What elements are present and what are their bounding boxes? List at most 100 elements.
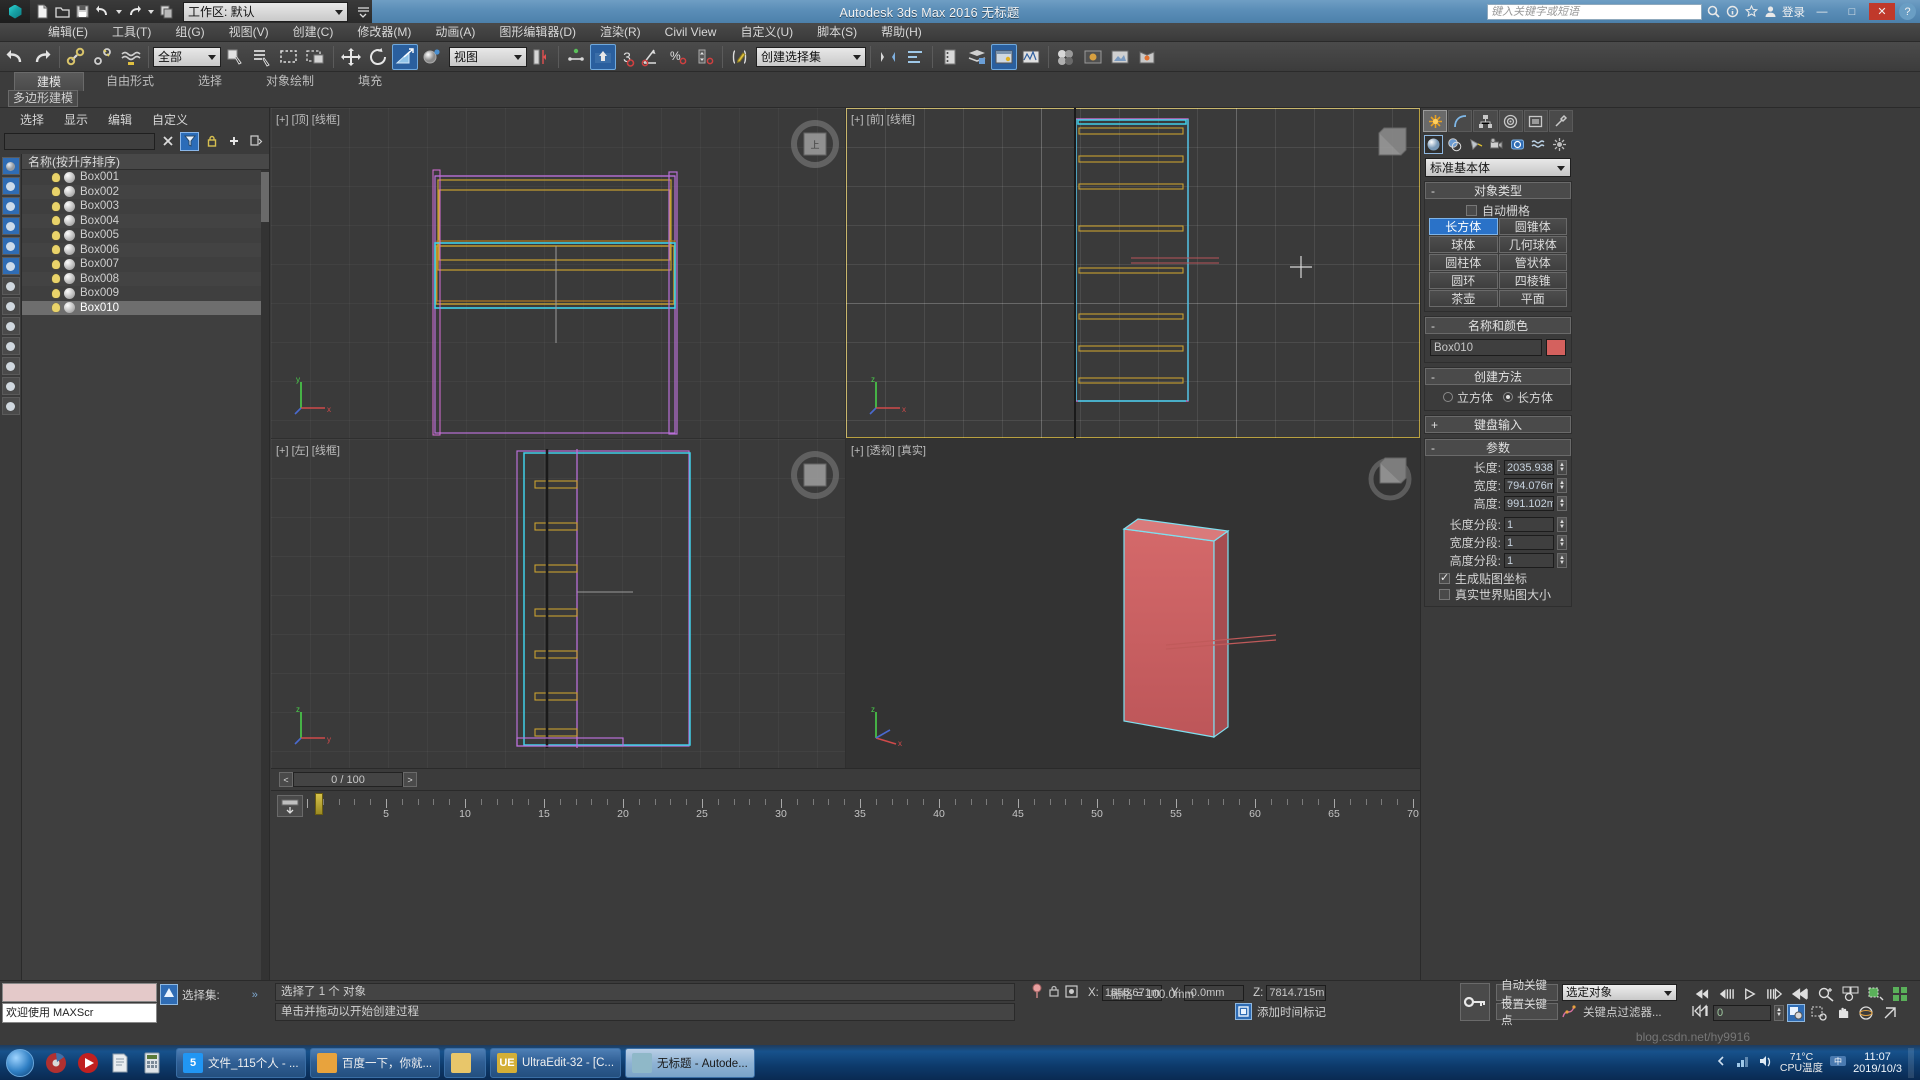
menu-help[interactable]: 帮助(H) bbox=[869, 23, 934, 42]
cameras-filter-icon[interactable] bbox=[1, 217, 20, 235]
material-editor-icon[interactable] bbox=[1053, 44, 1079, 70]
geometry-filter-icon[interactable] bbox=[1, 157, 20, 175]
zoom-all-icon[interactable] bbox=[1840, 984, 1861, 1003]
light-bulb-icon[interactable] bbox=[52, 288, 60, 298]
modify-tab[interactable] bbox=[1448, 110, 1473, 132]
save-icon[interactable] bbox=[74, 3, 91, 20]
menu-scripting[interactable]: 脚本(S) bbox=[805, 23, 869, 42]
next-frame-arrow[interactable]: > bbox=[403, 772, 417, 787]
goto-start-icon[interactable] bbox=[1690, 984, 1711, 1003]
teapot-button[interactable]: 茶壶 bbox=[1429, 290, 1498, 307]
media-icon[interactable] bbox=[40, 1047, 72, 1079]
tray-show-hidden-icon[interactable] bbox=[1716, 1054, 1730, 1071]
groups-filter-icon[interactable] bbox=[1, 277, 20, 295]
name-and-color-header[interactable]: - 名称和颜色 bbox=[1425, 317, 1571, 334]
reference-coordinate-system-combo[interactable]: 视图 bbox=[449, 46, 527, 67]
autogrid-row[interactable]: 自动栅格 bbox=[1429, 202, 1567, 218]
list-item[interactable]: Box009 bbox=[22, 286, 269, 301]
menu-create[interactable]: 创建(C) bbox=[281, 23, 346, 42]
shapes-icon[interactable] bbox=[1445, 135, 1464, 154]
redo-icon[interactable] bbox=[126, 3, 143, 20]
create-tab[interactable] bbox=[1423, 110, 1448, 132]
taskbar-clock[interactable]: 11:07 2019/10/3 bbox=[1853, 1051, 1902, 1075]
play-icon[interactable] bbox=[1740, 984, 1761, 1003]
select-object-icon[interactable] bbox=[222, 44, 248, 70]
light-bulb-icon[interactable] bbox=[52, 245, 60, 255]
spinner-snap-icon[interactable] bbox=[692, 44, 718, 70]
real-world-map-size-checkbox-row[interactable]: 真实世界贴图大小 bbox=[1429, 586, 1567, 602]
xrefs-filter-icon[interactable] bbox=[1, 297, 20, 315]
autogrid-checkbox[interactable] bbox=[1465, 204, 1477, 216]
favorites-star-icon[interactable] bbox=[1744, 4, 1759, 19]
spinner-icon[interactable]: ▲ ▼ bbox=[1557, 517, 1567, 532]
light-bulb-icon[interactable] bbox=[52, 230, 60, 240]
zoom-icon[interactable] bbox=[1815, 984, 1836, 1003]
generate-mapping-coords-checkbox-row[interactable]: 生成贴图坐标 bbox=[1429, 570, 1567, 586]
bind-to-space-warp-icon[interactable] bbox=[118, 44, 144, 70]
length-segs-field[interactable]: 1 bbox=[1504, 517, 1554, 532]
viewport-top-label[interactable]: [+] [顶] [线框] bbox=[276, 111, 340, 127]
explorer-menu-0[interactable]: 选择 bbox=[10, 111, 54, 128]
unlink-selection-icon[interactable] bbox=[91, 44, 117, 70]
maximize-viewport-icon[interactable] bbox=[1880, 1003, 1901, 1022]
light-bulb-icon[interactable] bbox=[52, 259, 60, 269]
systems-icon[interactable] bbox=[1550, 135, 1569, 154]
lights-filter-icon[interactable] bbox=[1, 197, 20, 215]
scene-object-list[interactable]: 名称(按升序排序) Box001 Box002 Box003 Box004 Box005… bbox=[21, 154, 269, 980]
schematic-view-icon[interactable] bbox=[1018, 44, 1044, 70]
light-bulb-icon[interactable] bbox=[52, 187, 60, 197]
radio-indicator[interactable] bbox=[1503, 392, 1513, 402]
time-configuration-icon[interactable] bbox=[1787, 1003, 1805, 1022]
select-and-move-icon[interactable] bbox=[338, 44, 364, 70]
real-world-map-size-checkbox[interactable] bbox=[1439, 588, 1450, 600]
zoom-region-icon[interactable] bbox=[1808, 1003, 1829, 1022]
pyramid-button[interactable]: 四棱锥 bbox=[1498, 272, 1567, 289]
info-center-icon[interactable] bbox=[1725, 4, 1740, 19]
list-item[interactable]: Box006 bbox=[22, 242, 269, 257]
collapse-icon[interactable] bbox=[1, 397, 20, 415]
spinner-icon[interactable]: ▲ ▼ bbox=[1557, 553, 1567, 568]
bones-filter-icon[interactable] bbox=[1, 317, 20, 335]
spinner-icon[interactable]: ▲ ▼ bbox=[1557, 496, 1567, 511]
viewport-front[interactable]: [+] [前] [线框] z x bbox=[846, 108, 1420, 438]
undo-dropdown-icon[interactable] bbox=[114, 3, 123, 20]
menu-civil-view[interactable]: Civil View bbox=[653, 23, 729, 42]
object-subcategory-combo[interactable]: 标准基本体 bbox=[1425, 158, 1571, 177]
viewcube-perspective[interactable] bbox=[1362, 447, 1412, 501]
use-pivot-point-center-icon[interactable] bbox=[528, 44, 554, 70]
viewport-left-label[interactable]: [+] [左] [线框] bbox=[276, 442, 340, 458]
prev-frame-arrow[interactable]: < bbox=[279, 772, 293, 787]
goto-end-icon[interactable] bbox=[1790, 984, 1811, 1003]
explorer-menu-3[interactable]: 自定义 bbox=[142, 111, 198, 128]
light-bulb-icon[interactable] bbox=[52, 274, 60, 284]
light-bulb-icon[interactable] bbox=[52, 303, 60, 313]
close-button[interactable]: ✕ bbox=[1869, 3, 1895, 20]
menu-edit[interactable]: 编辑(E) bbox=[36, 23, 100, 42]
notepad-icon[interactable] bbox=[104, 1047, 136, 1079]
menu-tools[interactable]: 工具(T) bbox=[100, 23, 163, 42]
help-button[interactable]: ? bbox=[1899, 3, 1916, 20]
list-item[interactable]: Box002 bbox=[22, 184, 269, 199]
taskbar-item-3[interactable]: UE UltraEdit-32 - [C... bbox=[490, 1047, 622, 1078]
parameters-header[interactable]: - 参数 bbox=[1425, 439, 1571, 456]
viewcube-top[interactable]: 上 bbox=[787, 116, 839, 168]
search-input[interactable]: 键入关键字或短语 bbox=[1487, 3, 1702, 20]
rectangular-selection-region-icon[interactable] bbox=[276, 44, 302, 70]
motion-tab[interactable] bbox=[1498, 110, 1523, 132]
object-color-swatch[interactable] bbox=[1546, 339, 1566, 356]
coord-z-field[interactable]: 7814.715m bbox=[1266, 984, 1327, 1001]
key-filters-button[interactable]: 关键点过滤器... bbox=[1583, 1004, 1662, 1020]
taskbar-item-2[interactable] bbox=[444, 1047, 486, 1078]
frame-spinner[interactable]: ▲ ▼ bbox=[1774, 1004, 1784, 1021]
space-warps-icon[interactable] bbox=[1529, 135, 1548, 154]
hide-filter-icon[interactable] bbox=[1, 357, 20, 375]
helpers-filter-icon[interactable] bbox=[1, 237, 20, 255]
viewcube-front[interactable] bbox=[1362, 116, 1408, 162]
display-options-icon[interactable] bbox=[246, 132, 265, 151]
space-warps-filter-icon[interactable] bbox=[1, 257, 20, 275]
toggle-ribbon-icon[interactable] bbox=[964, 44, 990, 70]
menu-modifiers[interactable]: 修改器(M) bbox=[345, 23, 423, 42]
time-tag-icon[interactable] bbox=[1235, 1003, 1252, 1020]
ribbon-tab-object-paint[interactable]: 对象绘制 bbox=[244, 72, 336, 90]
render-production-icon[interactable] bbox=[1134, 44, 1160, 70]
